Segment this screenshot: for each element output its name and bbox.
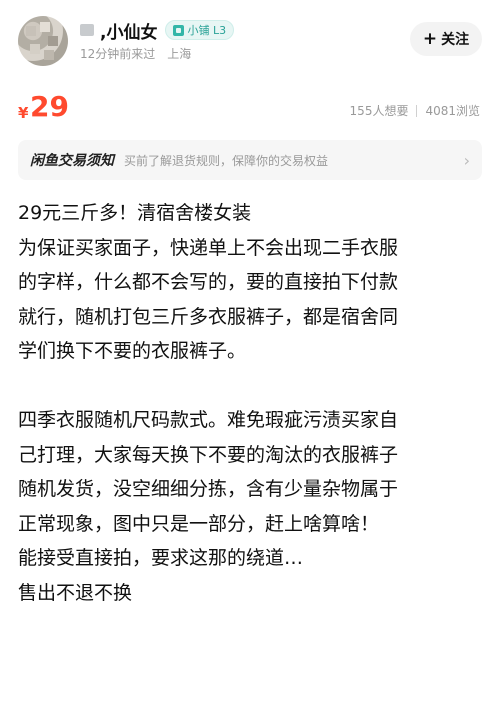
- description-line: 学们换下不要的衣服裤子。: [18, 340, 247, 362]
- price: 29: [30, 90, 69, 123]
- wants-count: 155人想要: [349, 104, 409, 118]
- level-badge-label: 小铺 L3: [187, 24, 227, 37]
- description-line: 随机发货，没空细细分拣，含有少量杂物属于: [18, 478, 399, 500]
- description-line: 就行，随机打包三斤多衣服裤子，都是宿舍同: [18, 305, 399, 328]
- currency-symbol: ¥: [18, 104, 29, 122]
- seller-name[interactable]: ,小仙女: [100, 18, 157, 43]
- seller-meta: 12分钟前来过 上海: [80, 45, 191, 62]
- listing-stats: 155人想要 4081浏览: [350, 102, 480, 119]
- description-line: 的字样，什么都不会写的，要的直接拍下付款: [18, 271, 399, 293]
- description-line: 能接受直接拍，要求这那的绕道…: [18, 547, 304, 569]
- chevron-right-icon: ›: [463, 150, 470, 170]
- avatar[interactable]: [18, 16, 68, 66]
- location: 上海: [167, 47, 192, 61]
- description-line: 29元三斤多！清宿舍楼女装: [18, 202, 252, 224]
- last-seen: 12分钟前来过: [80, 47, 156, 61]
- views-count: 4081浏览: [425, 104, 480, 118]
- price-row: ¥ 29 155人想要 4081浏览: [18, 86, 482, 126]
- description-line: 四季衣服随机尺码款式。难免瑕疵污渍买家自: [18, 409, 399, 431]
- item-description: 29元三斤多！清宿舍楼女装 为保证买家面子，快递单上不会出现二手衣服 的字样，什…: [18, 196, 488, 610]
- description-line: 售出不退不换: [18, 581, 133, 604]
- follow-button[interactable]: + 关注: [410, 22, 482, 56]
- description-line: 为保证买家面子，快递单上不会出现二手衣服: [18, 236, 399, 259]
- seller-name-row: ,小仙女 小铺 L3: [80, 18, 235, 43]
- follow-label: 关注: [441, 32, 470, 48]
- seller-header: ,小仙女 小铺 L3 12分钟前来过 上海 + 关注: [0, 0, 500, 80]
- shop-badge-icon: [173, 24, 185, 36]
- stat-divider: [416, 104, 418, 117]
- plus-icon: +: [422, 28, 438, 49]
- notice-title: 闲鱼交易须知: [30, 153, 114, 169]
- trade-notice-bar[interactable]: 闲鱼交易须知 买前了解退货规则，保障你的交易权益 ›: [18, 140, 482, 180]
- notice-text: 买前了解退货规则，保障你的交易权益: [124, 153, 329, 168]
- name-redaction: [80, 24, 94, 36]
- shop-level-badge[interactable]: 小铺 L3: [165, 20, 235, 40]
- description-line: 己打理，大家每天换下不要的淘汰的衣服裤子: [18, 443, 399, 466]
- description-line: 正常现象，图中只是一部分，赶上啥算啥！: [18, 512, 380, 535]
